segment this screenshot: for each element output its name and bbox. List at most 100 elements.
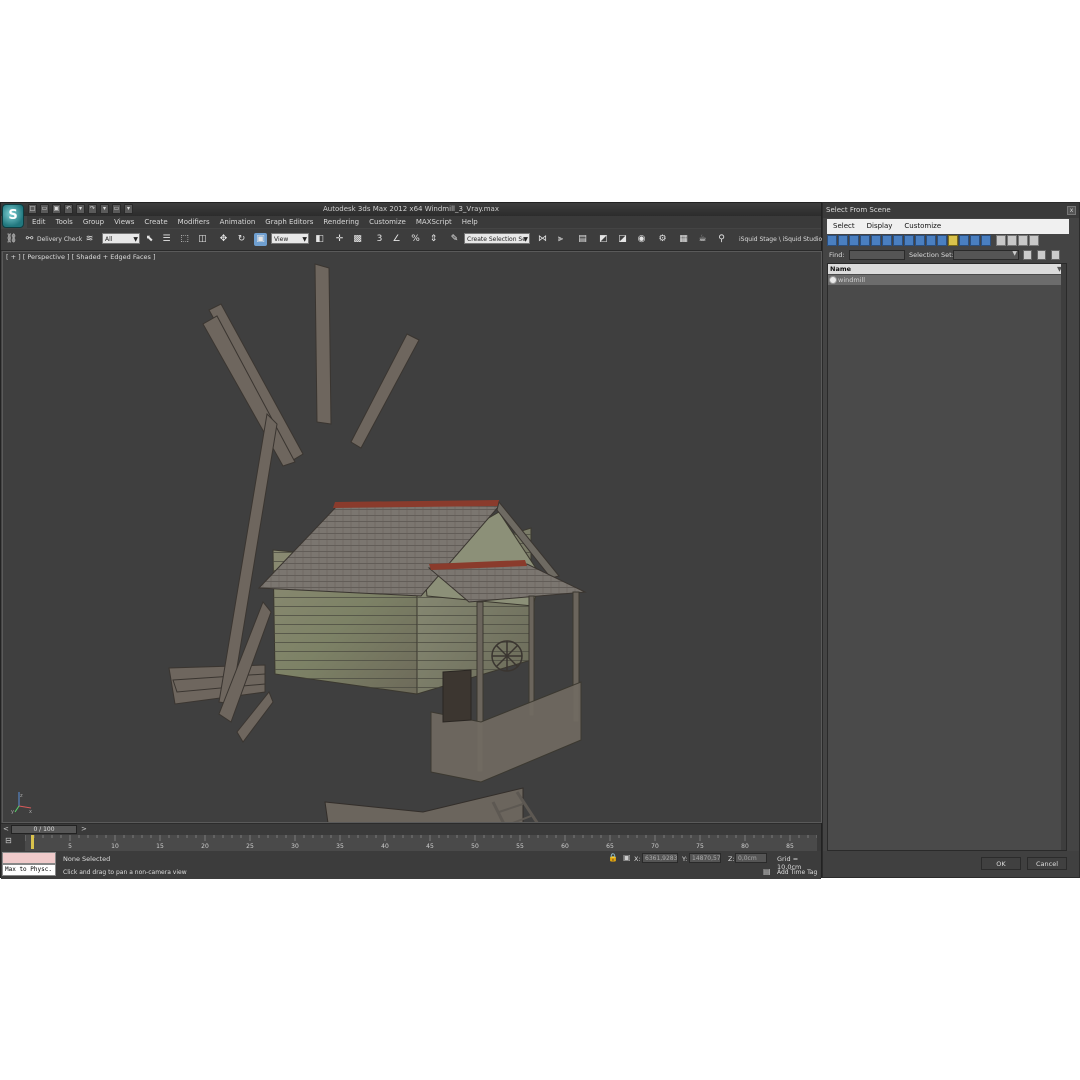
y-coord-field[interactable]: 14870,57 [689, 853, 721, 863]
render-setup-icon[interactable]: ⚙ [656, 233, 669, 246]
column-header-name[interactable]: Name ▼ [828, 264, 1066, 274]
time-slider-next[interactable]: > [81, 825, 87, 833]
dialog-menu-customize[interactable]: Customize [898, 219, 947, 234]
menu-tools[interactable]: Tools [51, 216, 78, 228]
display-bones-icon[interactable] [915, 235, 925, 246]
display-lights-icon[interactable] [849, 235, 859, 246]
display-frozen-icon[interactable] [937, 235, 947, 246]
keyboard-shortcut-icon[interactable]: ▩ [351, 233, 364, 246]
scale-icon[interactable]: ▣ [254, 233, 267, 246]
menu-create[interactable]: Create [139, 216, 172, 228]
menu-maxscript[interactable]: MAXScript [411, 216, 457, 228]
time-tag-icon[interactable]: ▤ [763, 867, 771, 876]
window-crossing-icon[interactable]: ◫ [196, 233, 209, 246]
delivery-check-label[interactable]: Delivery Check [37, 236, 82, 243]
current-frame-marker[interactable] [31, 835, 34, 849]
layer-manager-icon[interactable]: ▤ [576, 233, 589, 246]
menu-modifiers[interactable]: Modifiers [173, 216, 215, 228]
menu-views[interactable]: Views [109, 216, 139, 228]
cancel-button[interactable]: Cancel [1027, 857, 1067, 870]
select-object-icon[interactable]: ⬉ [143, 233, 156, 246]
x-coord-field[interactable]: 6361,9283 [642, 853, 678, 863]
material-editor-icon[interactable]: ◉ [635, 233, 648, 246]
reference-coordinate-value: View [274, 236, 289, 243]
ok-button[interactable]: OK [981, 857, 1021, 870]
close-icon[interactable]: x [1067, 206, 1076, 215]
menu-rendering[interactable]: Rendering [318, 216, 364, 228]
add-time-tag[interactable]: Add Time Tag [777, 869, 817, 876]
menu-animation[interactable]: Animation [215, 216, 261, 228]
time-slider[interactable]: 0 / 100 [11, 825, 77, 834]
display-invert-icon[interactable] [981, 235, 991, 246]
display-none-icon[interactable] [970, 235, 980, 246]
display-cameras-icon[interactable] [860, 235, 870, 246]
time-slider-prev[interactable]: < [3, 825, 9, 833]
z-coord-field[interactable]: 0,0cm [735, 853, 767, 863]
display-helpers-icon[interactable] [871, 235, 881, 246]
named-selection-set-dropdown[interactable]: Create Selection Se ▼ [464, 233, 530, 244]
pivot-center-icon[interactable]: ◧ [313, 233, 326, 246]
transform-center-icon[interactable]: ✛ [333, 233, 346, 246]
list-scrollbar[interactable] [1061, 264, 1066, 850]
reference-coordinate-dropdown[interactable]: View ▼ [271, 233, 309, 244]
mirror-icon[interactable]: ⋈ [536, 233, 549, 246]
rendered-frame-window-icon[interactable]: ▦ [677, 233, 690, 246]
display-hidden-icon[interactable] [948, 235, 958, 246]
track-bar[interactable]: 5 10 15 20 25 30 35 40 45 50 55 60 65 70 75 80 85 [25, 835, 817, 851]
render-production-icon[interactable]: ☕ [696, 233, 709, 246]
viewport-label[interactable]: [ + ] [ Perspective ] [ Shaded + Edged F… [6, 253, 156, 261]
unlink-icon[interactable]: ⚯ [23, 233, 36, 246]
add-to-selection-set-icon[interactable] [1037, 250, 1046, 260]
select-invert-icon[interactable] [1018, 235, 1028, 246]
link-icon[interactable]: ⛓ [5, 233, 18, 246]
save-selection-set-icon[interactable] [1023, 250, 1032, 260]
track-bar-tick-label: 50 [471, 843, 479, 850]
mini-curve-editor-icon[interactable]: ⊟ [5, 836, 12, 845]
curve-editor-icon[interactable]: ◩ [597, 233, 610, 246]
maxscript-input[interactable] [2, 852, 56, 864]
menu-edit[interactable]: Edit [27, 216, 51, 228]
display-geometry-icon[interactable] [827, 235, 837, 246]
isquid-stage-label[interactable]: iSquid Stage \ iSquid Studio \ [739, 236, 826, 243]
menu-group[interactable]: Group [78, 216, 109, 228]
percent-snap-icon[interactable]: % [409, 233, 422, 246]
absolute-mode-icon[interactable]: ▣ [623, 853, 631, 862]
display-space-warps-icon[interactable] [882, 235, 892, 246]
select-none-icon[interactable] [1007, 235, 1017, 246]
maxscript-output[interactable]: Max to Physc. [2, 864, 56, 876]
list-item[interactable]: windmill [828, 275, 1064, 285]
display-xrefs-icon[interactable] [904, 235, 914, 246]
render-iterative-icon[interactable]: ⚲ [715, 233, 728, 246]
move-icon[interactable]: ✥ [217, 233, 230, 246]
edit-named-selection-icon[interactable]: ✎ [448, 233, 461, 246]
menu-graph-editors[interactable]: Graph Editors [260, 216, 318, 228]
display-shapes-icon[interactable] [838, 235, 848, 246]
menu-help[interactable]: Help [457, 216, 483, 228]
remove-from-selection-set-icon[interactable] [1051, 250, 1060, 260]
find-input[interactable] [849, 250, 905, 260]
display-groups-icon[interactable] [893, 235, 903, 246]
app-logo-icon[interactable]: S [2, 204, 24, 228]
rotate-icon[interactable]: ↻ [235, 233, 248, 246]
rectangular-selection-icon[interactable]: ⬚ [178, 233, 191, 246]
align-icon[interactable]: ⫸ [554, 233, 567, 246]
schematic-view-icon[interactable]: ◪ [616, 233, 629, 246]
lock-icon[interactable]: 🔒 [608, 853, 618, 862]
selection-set-dropdown[interactable]: ▼ [953, 250, 1019, 260]
maxscript-listener[interactable]: Max to Physc. [2, 852, 56, 876]
select-by-name-icon[interactable]: ☰ [160, 233, 173, 246]
dialog-menu-bar: Select Display Customize [827, 219, 1069, 234]
display-all-icon[interactable] [959, 235, 969, 246]
spinner-snap-icon[interactable]: ⇕ [427, 233, 440, 246]
perspective-viewport[interactable]: [ + ] [ Perspective ] [ Shaded + Edged F… [2, 251, 822, 823]
menu-customize[interactable]: Customize [364, 216, 411, 228]
snap-3d-icon[interactable]: 3 [373, 233, 386, 246]
select-all-icon[interactable] [996, 235, 1006, 246]
display-containers-icon[interactable] [926, 235, 936, 246]
dialog-menu-select[interactable]: Select [827, 219, 861, 234]
filter-icon[interactable] [1029, 235, 1039, 246]
angle-snap-icon[interactable]: ∠ [390, 233, 403, 246]
dialog-menu-display[interactable]: Display [861, 219, 899, 234]
selection-filter-dropdown[interactable]: All ▼ [102, 233, 140, 244]
bind-space-warp-icon[interactable]: ≋ [83, 233, 96, 246]
